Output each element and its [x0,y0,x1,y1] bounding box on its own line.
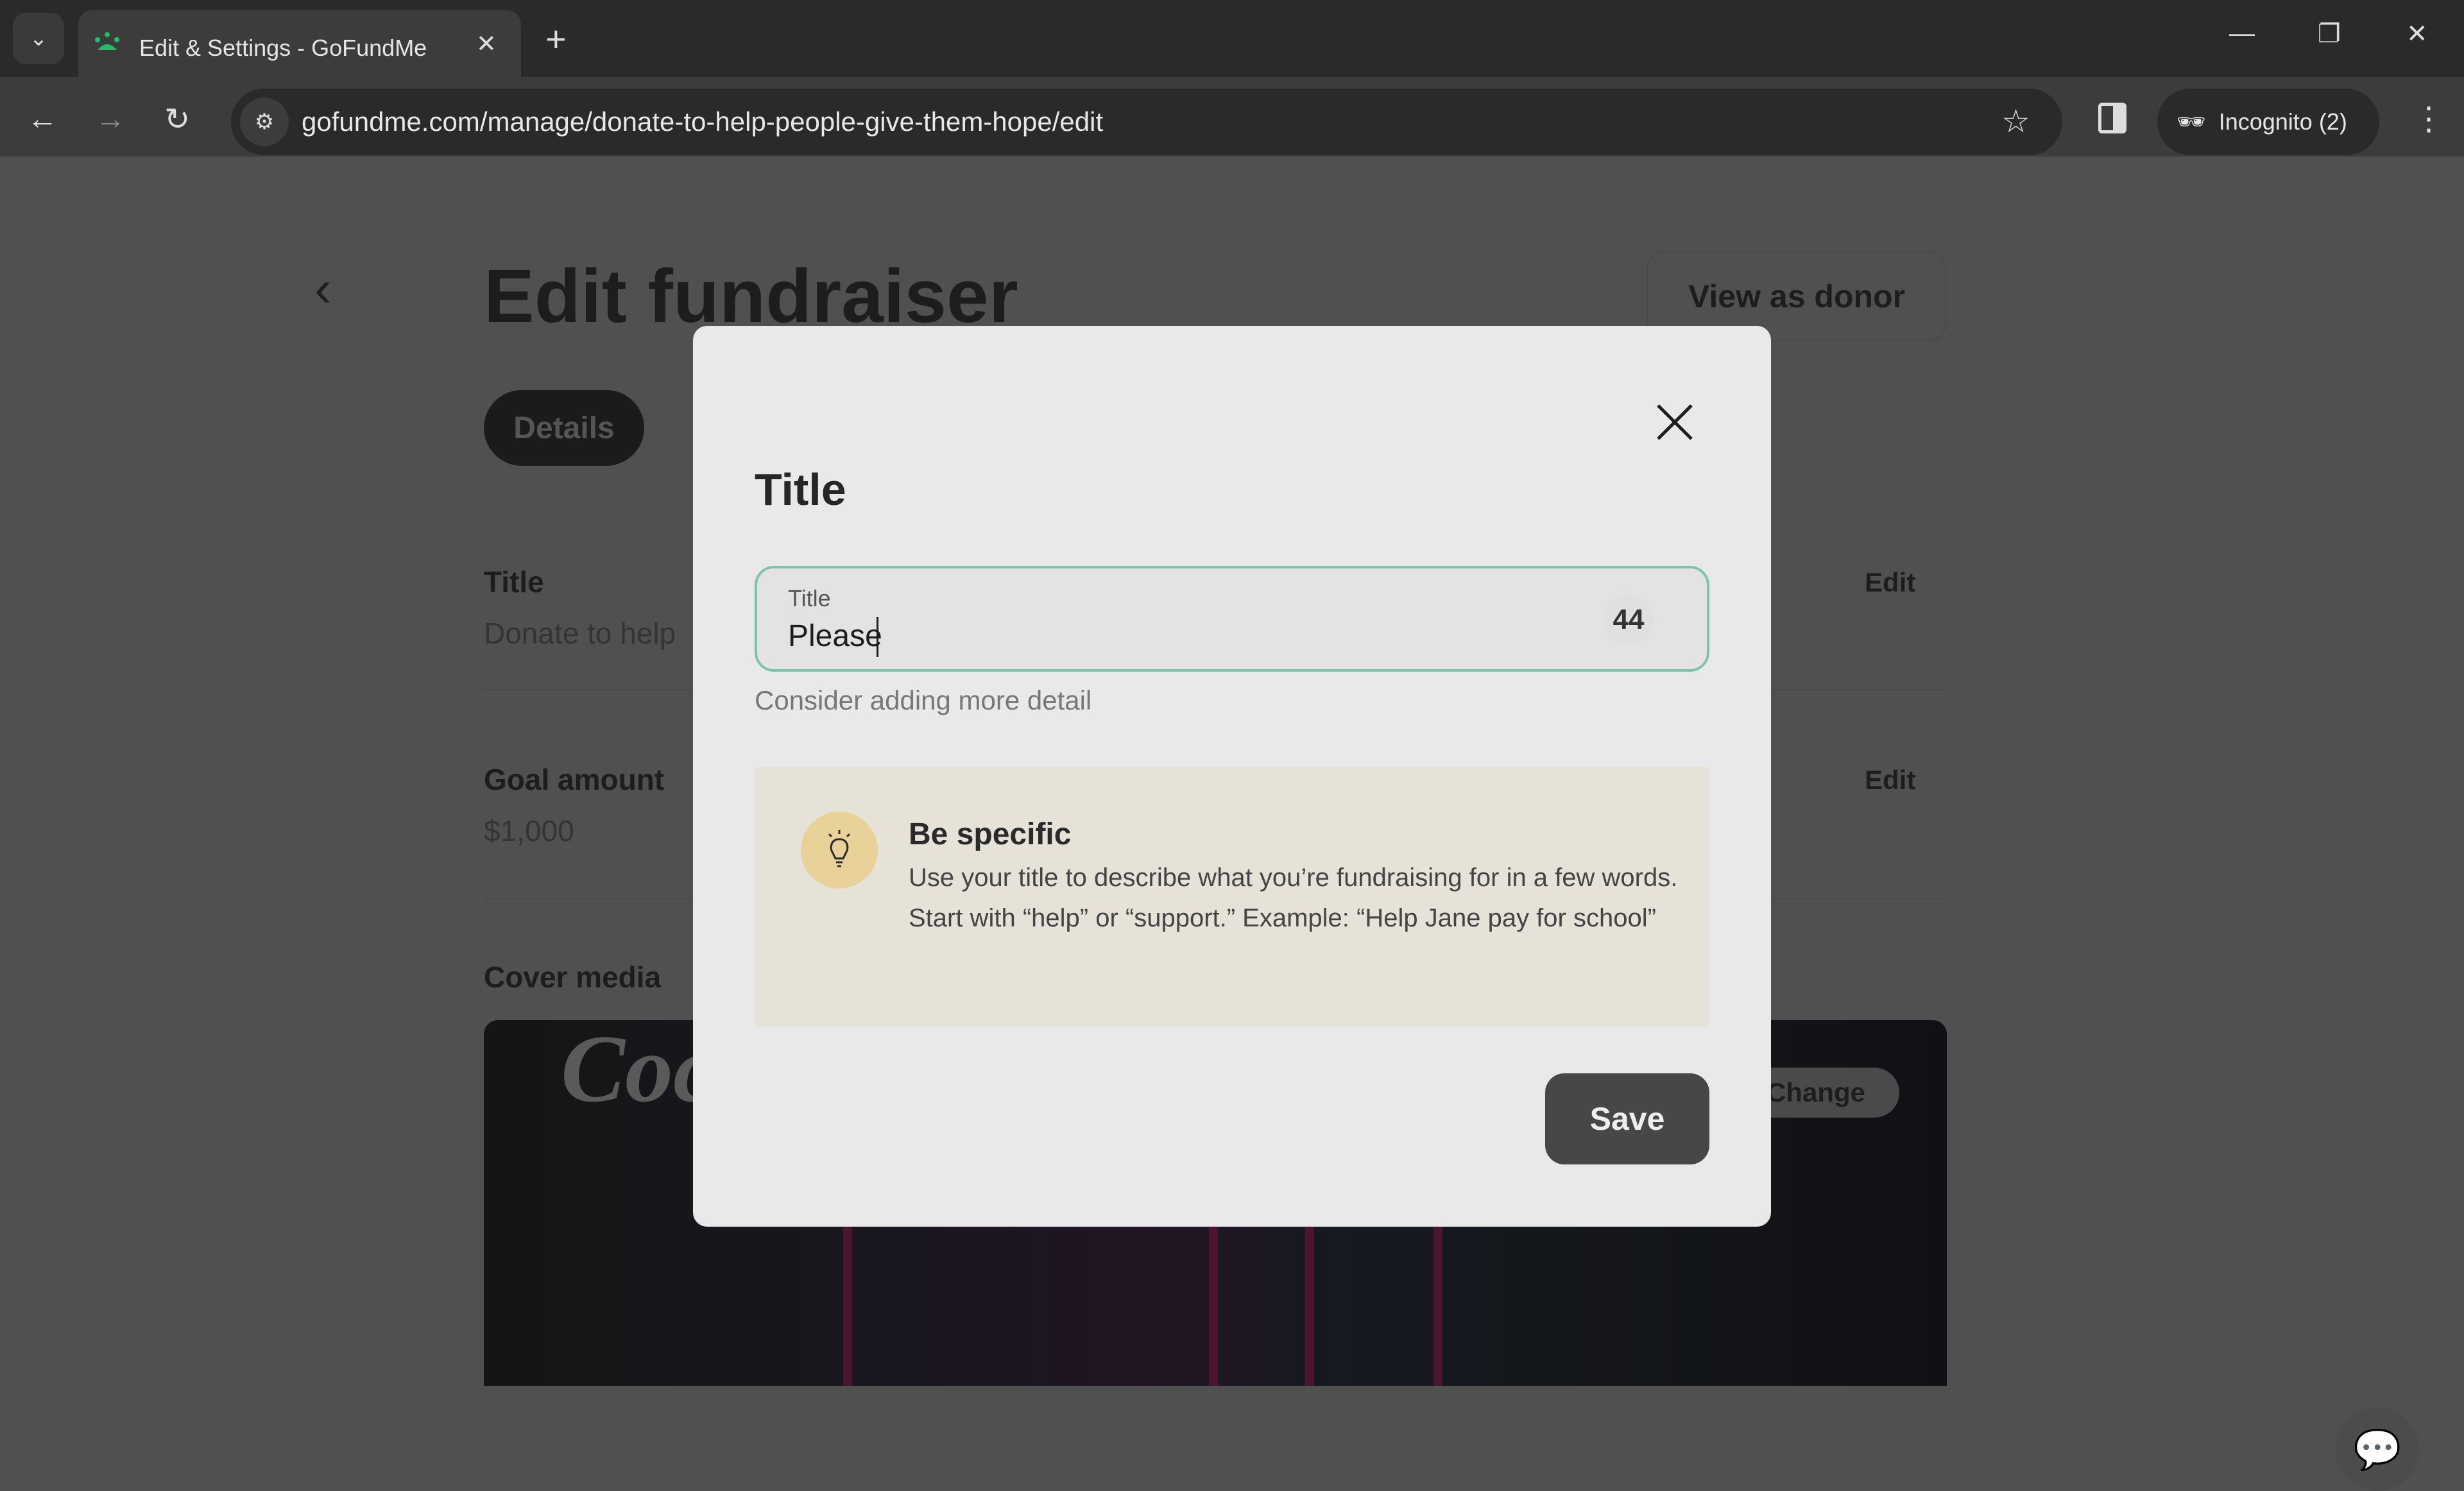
title-section-value: Donate to help [484,617,676,650]
incognito-label: Incognito (2) [2218,108,2347,135]
char-counter: 44 [1603,594,1654,645]
browser-tab-active[interactable]: Edit & Settings - GoFundMe ✕ [78,10,521,77]
site-info-icon[interactable]: ⚙ [240,98,289,146]
close-icon [1657,404,1693,440]
edit-title-modal: Title Title 44 Consider adding more deta… [693,326,1771,1227]
back-chevron-icon[interactable]: ‹ [314,259,332,318]
back-arrow-icon[interactable]: ← [27,101,58,137]
incognito-icon: 🕶 [2177,108,2206,135]
tip-box: Be specific Use your title to describe w… [755,767,1709,1027]
goal-section-value: $1,000 [484,814,574,848]
goal-section-label: Goal amount [484,763,665,796]
incognito-indicator[interactable]: 🕶 Incognito (2) [2157,89,2379,155]
save-button[interactable]: Save [1545,1073,1709,1164]
helper-text: Consider adding more detail [755,685,1092,715]
text-caret [877,617,878,657]
url-text[interactable]: gofundme.com/manage/donate-to-help-peopl… [302,106,1103,137]
side-panel-icon[interactable] [2098,103,2126,133]
new-tab-button[interactable]: + [545,18,567,60]
browser-toolbar: ← → ↻ ⚙ gofundme.com/manage/donate-to-he… [0,77,2464,157]
minimize-icon[interactable]: — [2229,19,2255,48]
lightbulb-icon [801,812,878,889]
title-input[interactable] [788,618,1558,654]
modal-title: Title [755,464,846,515]
tip-body: Use your title to describe what you’re f… [909,864,1678,932]
cover-media-label: Cover media [484,960,662,994]
tip-heading: Be specific [909,817,1072,851]
tab-details[interactable]: Details [484,390,644,466]
title-section-label: Title [484,565,544,599]
tab-close-icon[interactable]: ✕ [476,30,497,58]
title-input-field[interactable]: Title 44 [755,566,1709,672]
gofundme-favicon-icon [95,32,119,50]
bookmark-star-icon[interactable]: ☆ [2001,103,2030,140]
restore-icon[interactable]: ❐ [2318,19,2341,49]
address-bar[interactable]: ⚙ gofundme.com/manage/donate-to-help-peo… [231,89,2062,155]
help-chat-button[interactable]: 💬 [2336,1408,2419,1491]
reload-icon[interactable]: ↻ [164,101,190,137]
chevron-down-icon: ⌄ [29,26,48,51]
tab-title: Edit & Settings - GoFundMe [139,35,427,61]
tab-search-button[interactable]: ⌄ [13,13,64,64]
browser-menu-icon[interactable]: ⋮ [2413,100,2445,137]
title-input-label: Title [788,585,831,611]
window-close-icon[interactable]: ✕ [2406,19,2428,49]
forward-arrow-icon[interactable]: → [95,101,126,137]
modal-close-button[interactable] [1643,390,1707,454]
chat-check-icon: 💬 [2353,1427,2402,1471]
edit-goal-button[interactable]: Edit [1865,765,1915,796]
browser-tab-bar: ⌄ Edit & Settings - GoFundMe ✕ + — ❐ ✕ [0,0,2464,77]
edit-title-button[interactable]: Edit [1865,567,1915,598]
